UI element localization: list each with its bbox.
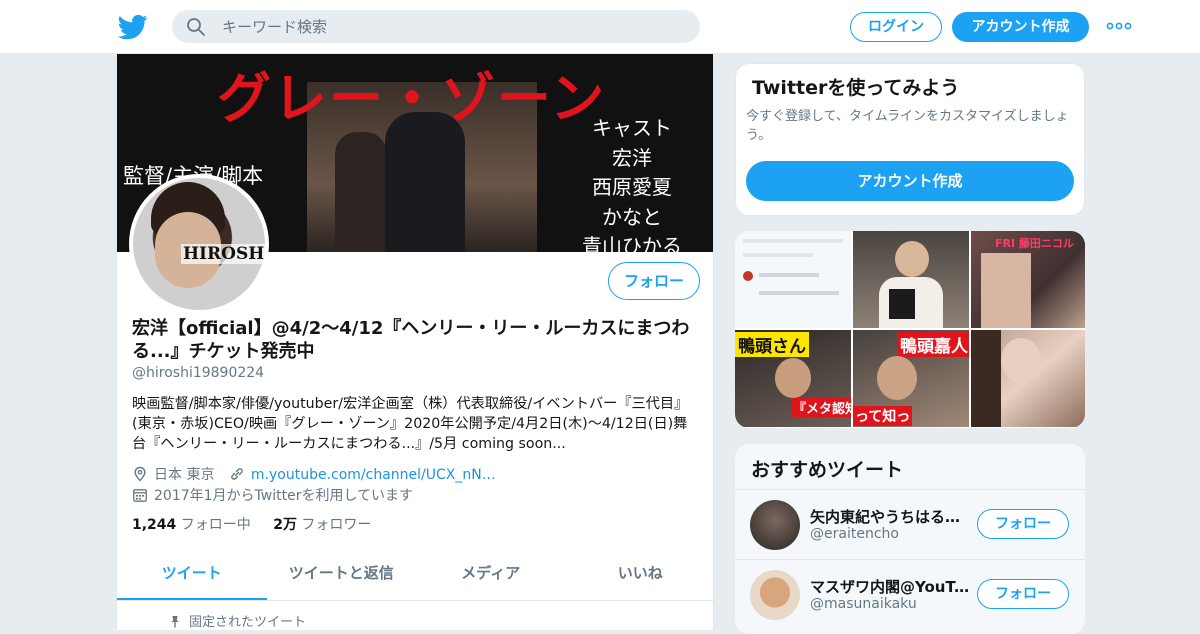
recommended-follow-button[interactable]: フォロー — [977, 509, 1069, 539]
banner-figure-man — [385, 112, 465, 252]
profile-avatar[interactable]: HIROSHI — [129, 174, 269, 314]
profile-location: 日本 東京 — [154, 467, 215, 483]
recommended-accounts-panel: おすすめツイート 矢内東紀やうちはるか… @eraitencho フォロー マス… — [735, 444, 1085, 634]
banner-cast-name: 宏洋 — [612, 145, 652, 170]
signup-prompt-card: Twitterを使ってみよう 今すぐ登録して、タイムラインをカスタマイズしましょ… — [735, 63, 1085, 216]
tab-media[interactable]: メディア — [416, 554, 566, 600]
recommended-account-row[interactable]: マスザワ内閣@YouTub… @masunaikaku フォロー — [735, 559, 1085, 629]
followers-count: 2万 — [273, 517, 297, 533]
media-thumbnail[interactable] — [853, 231, 969, 328]
tab-tweets[interactable]: ツイート — [117, 554, 267, 600]
more-dots-icon[interactable] — [1106, 18, 1132, 34]
media-thumbnail[interactable]: 鴨頭嘉人 って知っ — [853, 330, 969, 427]
avatar[interactable] — [750, 500, 800, 550]
banner-figure-woman — [335, 132, 387, 252]
followers-stat[interactable]: 2万 フォロワー — [273, 517, 371, 533]
recommended-follow-button[interactable]: フォロー — [977, 579, 1069, 609]
calendar-icon — [133, 489, 147, 502]
tab-likes[interactable]: いいね — [566, 554, 714, 600]
recommended-account-handle: @masunaikaku — [810, 596, 917, 612]
signup-card-button[interactable]: アカウント作成 — [746, 161, 1074, 201]
signup-card-description: 今すぐ登録して、タイムラインをカスタマイズしましょう。 — [746, 109, 1069, 143]
signup-card-title: Twitterを使ってみよう — [752, 77, 960, 99]
recommended-account-name[interactable]: 矢内東紀やうちはるか… — [810, 506, 970, 527]
photos-videos-grid: FRI 藤田ニコル 鴨頭さん 『メタ認知 鴨頭嘉人 って知っ — [735, 231, 1085, 428]
profile-website-link[interactable]: m.youtube.com/channel/UCX_nN… — [251, 467, 496, 483]
banner-cast-list: キャスト 宏洋 西原愛夏 かなと 青山ひかる — [572, 114, 692, 252]
profile-joined-row: 2017年1月からTwitterを利用しています — [132, 485, 413, 505]
banner-cast-name: 青山ひかる — [582, 234, 682, 252]
media-thumbnail[interactable]: FRI 藤田ニコル — [971, 231, 1085, 328]
media-magazine-label: FRI 藤田ニコル — [995, 237, 1074, 250]
login-button[interactable]: ログイン — [850, 12, 942, 42]
recommended-account-row[interactable]: 矢内東紀やうちはるか… @eraitencho フォロー — [735, 489, 1085, 559]
media-thumbnail[interactable] — [971, 330, 1085, 427]
recommended-account-name[interactable]: マスザワ内閣@YouTub… — [810, 576, 970, 597]
twitter-bird-icon[interactable] — [118, 12, 148, 42]
profile-location-row: 日本 東京 m.youtube.com/channel/UCX_nN… — [132, 464, 496, 484]
avatar[interactable] — [750, 570, 800, 620]
media-overlay-label: 鴨頭嘉人 — [897, 332, 969, 357]
profile-tabs: ツイート ツイートと返信 メディア いいね — [117, 554, 714, 601]
profile-bio: 映画監督/脚本家/俳優/youtuber/宏洋企画室（株）代表取締役/イベントバ… — [132, 396, 689, 452]
avatar-brand-text: HIROSHI — [181, 244, 265, 264]
media-overlay-label: 『メタ認知 — [791, 398, 851, 417]
pin-icon — [171, 616, 179, 628]
profile-joined-date: 2017年1月からTwitterを利用しています — [154, 488, 414, 504]
banner-cast-name: かなと — [602, 204, 662, 229]
follow-button[interactable]: フォロー — [608, 262, 700, 300]
profile-stats: 1,244 フォロー中 2万 フォロワー — [132, 514, 371, 534]
tab-tweets-and-replies[interactable]: ツイートと返信 — [267, 554, 417, 600]
following-label: フォロー中 — [180, 517, 251, 533]
top-navigation-bar: ログイン アカウント作成 — [0, 0, 1200, 54]
search-icon — [187, 18, 205, 36]
media-overlay-label: 鴨頭さん — [735, 332, 809, 357]
signup-button[interactable]: アカウント作成 — [952, 12, 1089, 42]
recommended-title: おすすめツイート — [751, 459, 904, 481]
pinned-tweet-header: 固定されたツイート — [169, 611, 306, 630]
profile-handle[interactable]: @hiroshi19890224 — [132, 365, 264, 381]
profile-column: グレー・ゾーン 監督/主演/脚本 キャスト 宏洋 西原愛夏 かなと 青山ひかる … — [116, 54, 714, 630]
profile-display-name[interactable]: 宏洋【official】@4/2〜4/12『ヘンリー・リー・ルーカスにまつわる.… — [132, 317, 702, 363]
banner-title: グレー・ゾーン — [217, 66, 607, 130]
followers-label: フォロワー — [301, 517, 372, 533]
location-pin-icon — [134, 466, 146, 482]
following-stat[interactable]: 1,244 フォロー中 — [132, 517, 251, 533]
search-input[interactable] — [222, 10, 682, 43]
banner-cast-heading: キャスト — [592, 116, 672, 140]
search-box[interactable] — [172, 10, 700, 43]
media-thumbnail[interactable] — [735, 231, 851, 328]
media-overlay-label: って知っ — [853, 406, 913, 426]
banner-cast-name: 西原愛夏 — [592, 175, 672, 199]
media-thumbnail[interactable]: 鴨頭さん 『メタ認知 — [735, 330, 851, 427]
link-icon — [231, 468, 243, 480]
following-count: 1,244 — [132, 517, 177, 533]
recommended-account-handle: @eraitencho — [810, 526, 899, 542]
pinned-tweet-label: 固定されたツイート — [189, 615, 307, 630]
